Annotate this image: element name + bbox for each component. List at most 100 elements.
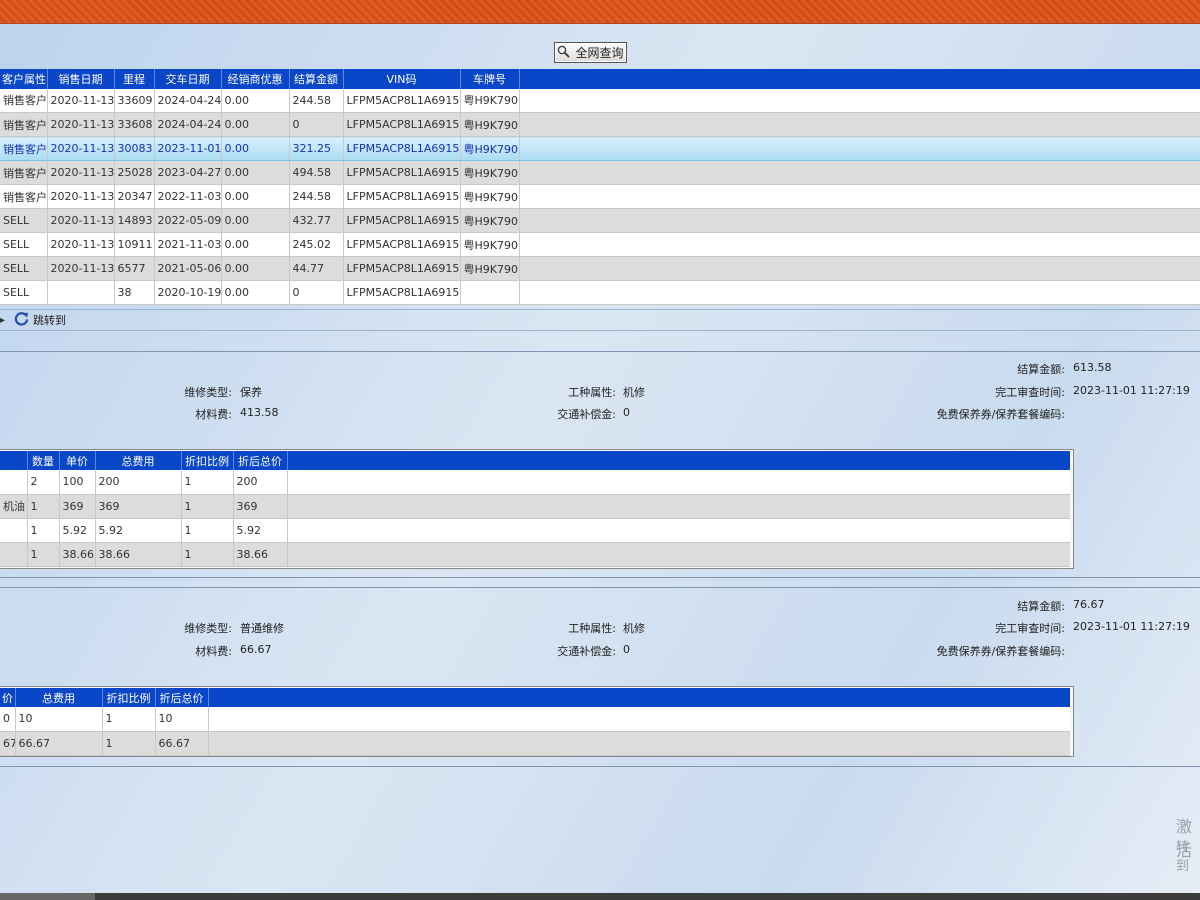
table-cell: 粤H9K790	[460, 232, 520, 257]
col-header-unit-price[interactable]: 单价	[59, 451, 96, 470]
table-cell: 1	[27, 518, 60, 543]
table-row[interactable]: SELL 38 2020-10-19 0.00 0 LFPM5ACP8L1A69151	[0, 280, 1200, 305]
table-cell: 200	[95, 470, 182, 495]
global-search-label: 全网查询	[575, 46, 624, 60]
table-cell: 销售客户	[0, 112, 48, 137]
table-cell: 2023-11-01	[154, 136, 222, 161]
table-cell: 100	[59, 470, 96, 495]
jump-to-label[interactable]: 跳转到	[33, 312, 66, 328]
table-cell: 1	[102, 731, 156, 756]
table-row[interactable]: SELL 2020-11-13 14893 2022-05-09 0.00 432.77 L…	[0, 208, 1200, 233]
table-cell: 38.66	[95, 542, 182, 567]
table-cell: 2021-11-03	[154, 232, 222, 257]
table-cell: LFPM5ACP8L1A69151	[343, 184, 461, 209]
table-cell: 0.00	[221, 88, 290, 113]
table-row[interactable]: 销售客户 2020-11-13 33609 2024-04-24 0.00 244.58 L…	[0, 88, 1200, 113]
table-cell: 2024-04-24	[154, 112, 222, 137]
table-cell	[460, 280, 520, 305]
table-cell: 5.92	[95, 518, 182, 543]
table-cell: LFPM5ACP8L1A69151	[343, 256, 461, 281]
table-cell-filler	[208, 707, 1070, 732]
table-cell: LFPM5ACP8L1A69151	[343, 232, 461, 257]
table-cell-filler	[519, 232, 1200, 257]
taskbar-segment	[0, 893, 95, 900]
table-cell: 25028	[114, 160, 155, 185]
global-search-button[interactable]: 全网查询	[554, 42, 627, 63]
table-cell: 30083	[114, 136, 155, 161]
table-cell-filler	[287, 518, 1070, 543]
table-cell: 66.67	[15, 731, 103, 756]
col-header-vin[interactable]: VIN码	[343, 69, 461, 89]
table-cell	[0, 470, 28, 495]
table-cell: 38	[114, 280, 155, 305]
table-row[interactable]: 6766.67166.67	[0, 731, 1070, 756]
col-header-discounted-total[interactable]: 折后总价	[155, 688, 209, 707]
table-cell: 2024-04-24	[154, 88, 222, 113]
section-divider	[0, 587, 1200, 588]
material-fee-label: 材料费:	[195, 408, 232, 421]
table-cell: 369	[233, 494, 288, 519]
col-header-item[interactable]	[0, 451, 28, 470]
col-header-discount-ratio[interactable]: 折扣比例	[181, 451, 234, 470]
col-header-total-cost[interactable]: 总费用	[15, 688, 103, 707]
table-cell: 5.92	[233, 518, 288, 543]
col-header-total-cost[interactable]: 总费用	[95, 451, 182, 470]
table-cell: 销售客户	[0, 184, 48, 209]
col-header-dealer-discount[interactable]: 经销商优惠	[221, 69, 290, 89]
table-cell: SELL	[0, 232, 48, 257]
table-cell-filler	[519, 280, 1200, 305]
table-row[interactable]: 1 5.92 5.92 1 5.92	[0, 518, 1070, 543]
table-cell: 机油	[0, 494, 28, 519]
table-row[interactable]: 销售客户 2020-11-13 30083 2023-11-01 0.00 321.25 L…	[0, 136, 1200, 161]
table-cell: 粤H9K790	[460, 112, 520, 137]
col-header-discount-ratio[interactable]: 折扣比例	[102, 688, 156, 707]
table-cell: 1	[181, 542, 234, 567]
work-attr-label: 工种属性:	[568, 622, 616, 635]
table-row[interactable]: SELL 2020-11-13 10911 2021-11-03 0.00 245.02 L…	[0, 232, 1200, 257]
work-attr-value: 机修	[623, 386, 645, 399]
col-header-customer-type[interactable]: 客户属性	[0, 69, 48, 89]
table-cell: 244.58	[289, 88, 344, 113]
material-fee-value: 413.58	[240, 406, 279, 419]
table-cell: 2020-11-13	[47, 256, 115, 281]
col-header-sale-date[interactable]: 销售日期	[47, 69, 115, 89]
parts-table: 数量 单价 总费用 折扣比例 折后总价 2 100 200 1 200 机油 1 369 369…	[0, 451, 1070, 567]
table-row[interactable]: 机油 1 369 369 1 369	[0, 494, 1070, 519]
col-header-discounted-total[interactable]: 折后总价	[233, 451, 288, 470]
table-cell: 2020-10-19	[154, 280, 222, 305]
table-cell-filler	[519, 184, 1200, 209]
table-row[interactable]: 0 10 1 10	[0, 707, 1070, 732]
table-cell: 33609	[114, 88, 155, 113]
table-cell-filler	[287, 470, 1070, 495]
table-cell: 321.25	[289, 136, 344, 161]
table-row[interactable]: 1 38.66 38.66 1 38.66	[0, 542, 1070, 567]
material-fee-label: 材料费:	[195, 645, 232, 658]
refresh-icon[interactable]	[14, 311, 29, 329]
table-row[interactable]: 销售客户 2020-11-13 20347 2022-11-03 0.00 244.58 L…	[0, 184, 1200, 209]
col-header-delivery-date[interactable]: 交车日期	[154, 69, 222, 89]
col-header-mileage[interactable]: 里程	[114, 69, 155, 89]
table-cell: 1	[181, 518, 234, 543]
col-header-plate[interactable]: 车牌号	[460, 69, 520, 89]
traffic-comp-label: 交通补偿金:	[557, 645, 616, 658]
table-row[interactable]: 销售客户 2020-11-13 25028 2023-04-27 0.00 494.58 L…	[0, 160, 1200, 185]
col-header-quantity[interactable]: 数量	[27, 451, 60, 470]
table-cell: 0.00	[221, 280, 290, 305]
table-row[interactable]: 2 100 200 1 200	[0, 470, 1070, 495]
table-cell: SELL	[0, 208, 48, 233]
table-cell	[0, 542, 28, 567]
repair-type-value: 保养	[240, 386, 262, 399]
table-cell: 2020-11-13	[47, 208, 115, 233]
col-header-settle-amount[interactable]: 结算金额	[289, 69, 344, 89]
table-cell: 2020-11-13	[47, 232, 115, 257]
table-row[interactable]: SELL 2020-11-13 6577 2021-05-06 0.00 44.77 LFP…	[0, 256, 1200, 281]
material-fee-value: 66.67	[240, 643, 272, 656]
col-header-unit-price[interactable]: 价	[0, 688, 16, 707]
table-cell: LFPM5ACP8L1A69151	[343, 160, 461, 185]
table-row[interactable]: 销售客户 2020-11-13 33608 2024-04-24 0.00 0 LFPM5A…	[0, 112, 1200, 137]
table-cell: 2020-11-13	[47, 136, 115, 161]
col-header-filler	[287, 451, 1070, 470]
table-cell: 0.00	[221, 256, 290, 281]
table-cell-filler	[208, 731, 1070, 756]
prev-page-arrow-icon[interactable]: ▸	[0, 315, 10, 326]
